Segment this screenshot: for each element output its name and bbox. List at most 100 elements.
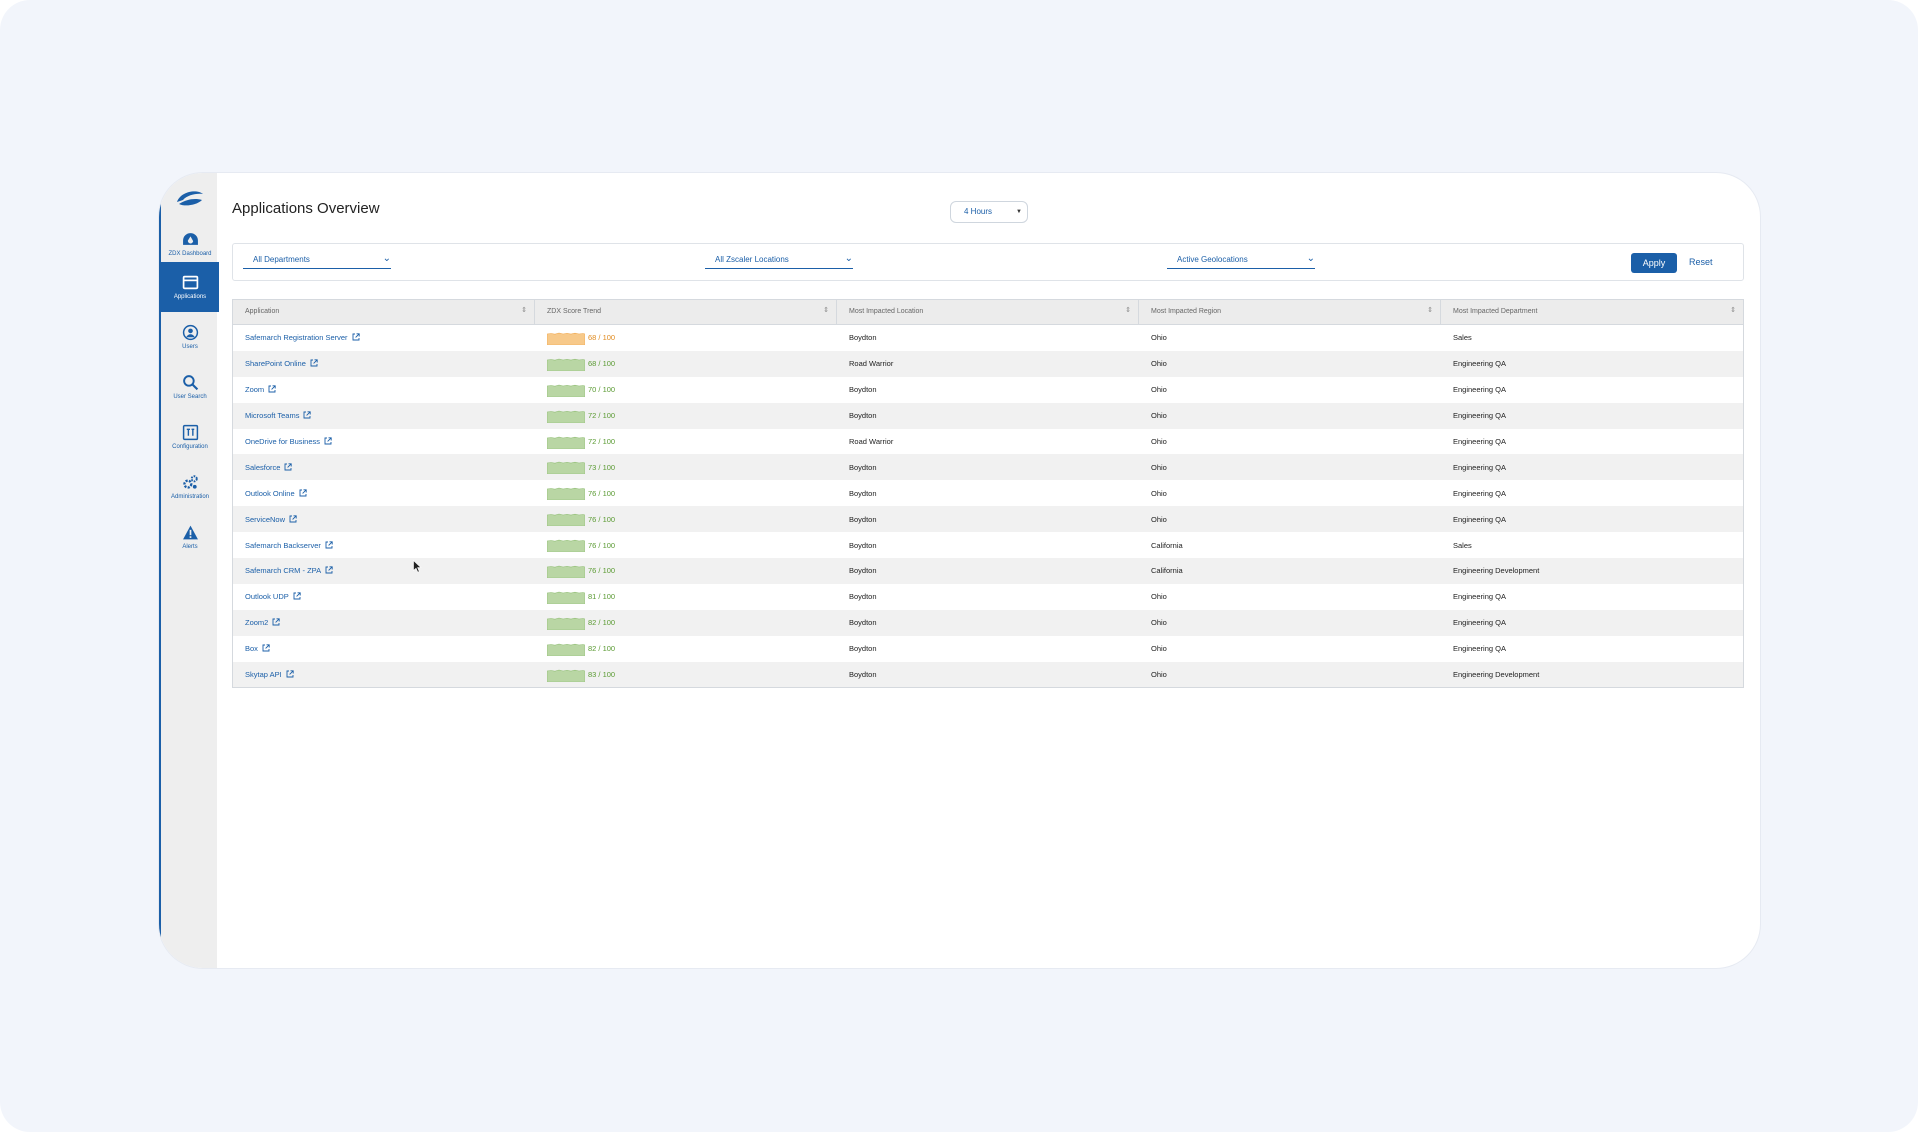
score-value: 68 / 100 [588,333,616,343]
score-trend-cell: 82 / 100 [535,642,837,656]
column-header-label: Application [245,308,280,315]
column-header-application[interactable]: Application ⇕ [233,300,535,324]
score-sparkline [547,513,585,527]
applications-table: Application ⇕ ZDX Score Trend ⇕ Most Imp… [232,299,1744,689]
table-row[interactable]: Safemarch CRM - ZPA 76 / 100 Boydton Califo… [233,558,1743,584]
nav-label: Applications [173,294,207,300]
application-cell: Safemarch CRM - ZPA [233,566,535,575]
region-cell: Ohio [1151,462,1167,472]
score-value: 76 / 100 [588,488,616,498]
application-link[interactable]: Safemarch Registration Server [245,333,348,342]
score-trend-cell: 76 / 100 [535,512,837,527]
application-link[interactable]: Box [245,644,258,653]
application-link[interactable]: Safemarch Backserver [245,541,321,550]
column-header-label: ZDX Score Trend [547,308,602,315]
table-row[interactable]: ServiceNow 76 / 100 Boydton Ohio Engineering… [233,506,1743,533]
department-filter-value: All Departments [253,255,310,264]
nav-applications[interactable]: Applications [161,262,219,312]
application-link[interactable]: Salesforce [245,463,280,472]
table-row[interactable]: Outlook UDP 81 / 100 Boydton Ohio Engineerin… [233,584,1743,610]
location-cell: Boydton [849,462,877,472]
score-value: 83 / 100 [588,670,616,680]
nav-configuration[interactable]: Configuration [161,412,219,462]
region-cell: Ohio [1151,592,1167,602]
table-row[interactable]: Outlook Online 76 / 100 Boydton Ohio Enginee… [233,480,1743,506]
external-link-icon [352,333,360,341]
nav-alerts[interactable]: Alerts [161,512,219,562]
score-trend-cell: 82 / 100 [535,616,837,630]
application-cell: Zoom2 [233,618,535,627]
geolocation-filter[interactable]: Active Geolocations ⌄ [1167,253,1315,269]
column-header-region[interactable]: Most Impacted Region ⇕ [1139,300,1441,324]
score-value: 82 / 100 [588,644,616,654]
column-header-location[interactable]: Most Impacted Location ⇕ [837,300,1139,324]
application-link[interactable]: OneDrive for Business [245,437,320,446]
application-link[interactable]: Zoom [245,385,264,394]
table-row[interactable]: Microsoft Teams 72 / 100 Boydton Ohio Engine… [233,402,1743,429]
table-row[interactable]: OneDrive for Business 72 / 100 Road Warrio… [233,429,1743,455]
sort-icon: ⇕ [823,307,829,314]
score-value: 72 / 100 [588,411,616,421]
department-cell: Engineering QA [1453,359,1506,369]
department-cell: Engineering QA [1453,437,1506,446]
dashboard-icon [182,233,198,245]
chevron-down-icon: ⌄ [844,253,853,264]
department-filter[interactable]: All Departments ⌄ [243,253,391,269]
time-range-select[interactable]: 4 Hours ▼ [950,201,1028,223]
table-row[interactable]: Safemarch Backserver 76 / 100 Boydton Calif… [233,532,1743,558]
department-cell: Engineering Development [1453,670,1540,680]
chevron-down-icon: ⌄ [382,253,391,264]
table-row[interactable]: Zoom 70 / 100 Boydton Ohio Engineering QA [233,377,1743,403]
table-row[interactable]: Skytap API 83 / 100 Boydton Ohio Engineering… [233,661,1743,688]
application-link[interactable]: Outlook UDP [245,592,289,601]
region-cell: Ohio [1151,333,1167,343]
department-cell: Engineering QA [1453,644,1506,654]
department-cell: Sales [1453,333,1472,343]
table-row[interactable]: Salesforce 73 / 100 Boydton Ohio Engineering… [233,454,1743,481]
geolocation-filter-value: Active Geolocations [1177,255,1248,264]
table-row[interactable]: Safemarch Registration Server 68 / 100 Boy… [233,325,1743,351]
external-link-icon [268,385,276,393]
region-cell: Ohio [1151,488,1167,498]
nav-user-search[interactable]: User Search [161,362,219,412]
application-link[interactable]: SharePoint Online [245,359,306,368]
application-link[interactable]: ServiceNow [245,515,285,524]
department-cell: Engineering QA [1453,488,1506,498]
external-link-icon [289,515,297,523]
score-sparkline [547,410,585,423]
location-filter[interactable]: All Zscaler Locations ⌄ [705,253,853,269]
department-cell: Engineering QA [1453,514,1506,524]
nav-administration[interactable]: Administration [161,462,219,512]
region-cell: Ohio [1151,670,1167,680]
application-link[interactable]: Safemarch CRM - ZPA [245,566,321,575]
app-window: ZDX Dashboard Applications Users User Se… [159,173,1760,968]
score-sparkline [547,565,585,578]
score-trend-cell: 72 / 100 [535,435,837,449]
apply-button[interactable]: Apply [1631,253,1677,273]
column-header-department[interactable]: Most Impacted Department ⇕ [1441,300,1743,324]
application-link[interactable]: Outlook Online [245,489,295,498]
score-value: 68 / 100 [588,359,616,369]
application-link[interactable]: Microsoft Teams [245,411,299,420]
table-row[interactable]: Zoom2 82 / 100 Boydton Ohio Engineering QA [233,609,1743,636]
chevron-down-icon: ⌄ [1306,253,1315,264]
table-row[interactable]: SharePoint Online 68 / 100 Road Warrior Ohi… [233,350,1743,377]
column-header-score-trend[interactable]: ZDX Score Trend ⇕ [535,300,837,324]
application-link[interactable]: Zoom2 [245,618,268,627]
column-header-label: Most Impacted Department [1453,308,1538,315]
reset-button[interactable]: Reset [1689,257,1713,267]
score-value: 76 / 100 [588,514,616,524]
score-sparkline [547,436,585,449]
nav-users[interactable]: Users [161,312,219,362]
location-cell: Boydton [849,514,877,524]
application-link[interactable]: Skytap API [245,670,282,679]
department-cell: Engineering QA [1453,462,1506,472]
application-cell: Safemarch Registration Server [233,333,535,342]
application-cell: Zoom [233,385,535,394]
department-cell: Engineering QA [1453,385,1506,395]
score-sparkline [547,669,585,682]
table-row[interactable]: Box 82 / 100 Boydton Ohio Engineering QA [233,636,1743,662]
score-value: 81 / 100 [588,592,616,602]
region-cell: Ohio [1151,359,1167,369]
sort-icon: ⇕ [1730,307,1736,314]
